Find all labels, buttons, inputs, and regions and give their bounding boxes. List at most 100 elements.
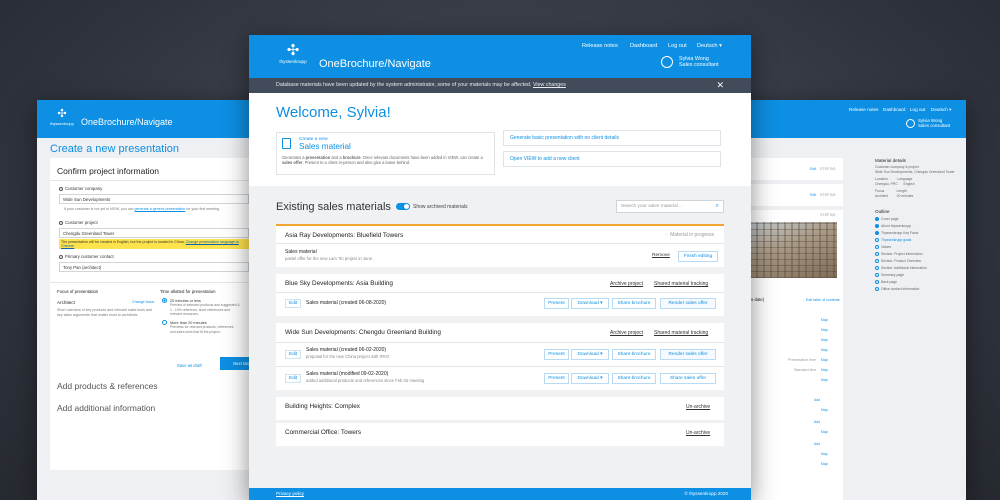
share-sales-offer-button[interactable]: Share sales offer — [660, 373, 716, 384]
tag-14[interactable]: Map — [821, 452, 828, 456]
outline-item[interactable]: Values — [875, 245, 891, 249]
present-button[interactable]: Present — [544, 298, 569, 309]
tag-2[interactable]: Map — [821, 338, 828, 342]
remove-button[interactable]: Remove — [652, 253, 670, 258]
nav-logout[interactable]: Log out — [668, 43, 687, 49]
accordion-additional-information[interactable]: Add additional information — [50, 399, 272, 418]
nav-language[interactable]: Deutsch ▾ — [931, 107, 951, 113]
tag-7[interactable]: Map — [821, 368, 828, 372]
download-button[interactable]: Download ▾ — [571, 349, 609, 360]
edit-button[interactable]: Edit — [285, 374, 302, 383]
tag-0[interactable]: Map — [821, 318, 828, 322]
nav-language[interactable]: Deutsch ▾ — [697, 43, 722, 49]
edit-link[interactable]: Edit — [810, 193, 816, 197]
edit-button[interactable]: Edit — [285, 350, 302, 359]
thyssenkrupp-logo[interactable]: ✣ thyssenkrupp — [277, 43, 309, 65]
generate-basic-presentation-link[interactable]: Generate basic presentation with no clie… — [503, 130, 721, 146]
logo-text: thyssenkrupp — [50, 121, 74, 126]
open-view-link[interactable]: Open VIEW to add a new client — [503, 151, 721, 167]
outline-item[interactable]: About thyssenkrupp — [875, 224, 911, 228]
edit-contents-link[interactable]: Edit table of contents — [806, 298, 840, 302]
time-option-short[interactable]: 20 minutes or less Preview of selected pr… — [162, 298, 240, 317]
tag-12[interactable]: Map — [821, 430, 828, 434]
background-window-material-editor: Release notes Dashboard Log out Deutsch … — [728, 100, 966, 500]
tag-15[interactable]: Map — [821, 462, 828, 466]
focus-value: Architect — [57, 300, 75, 305]
nav-release-notes[interactable]: Release notes — [582, 43, 618, 49]
page-title: Create a new presentation — [50, 143, 180, 155]
circle-icon — [875, 238, 879, 242]
project-card: Wide Sun Developments: Chengdu Greenland… — [276, 323, 724, 390]
create-sales-material-card[interactable]: Create a new Sales material Generates a … — [276, 132, 495, 175]
project-card: Blue Sky Developments: Asia Building Arc… — [276, 274, 724, 316]
nav-release-notes[interactable]: Release notes — [849, 107, 878, 112]
archive-project-link[interactable]: Archive project — [610, 330, 643, 336]
search-input[interactable]: Search your sales material ... ⌕ — [616, 200, 724, 213]
person-icon — [59, 255, 63, 259]
circle-icon — [875, 259, 879, 263]
outline-item[interactable]: Section: Product Overview — [875, 259, 921, 263]
shared-tracking-link[interactable]: Shared material tracking — [654, 330, 708, 336]
outline-item[interactable]: Section: Project information — [875, 252, 922, 256]
shared-tracking-link[interactable]: Shared material tracking — [654, 281, 708, 287]
tag-9[interactable]: Add — [814, 398, 820, 402]
tag-11[interactable]: Add — [814, 420, 820, 424]
outline-item-active[interactable]: Thyssenkrupp goals — [875, 238, 911, 242]
customer-project-field[interactable]: Chengdu Greenland Tower — [59, 228, 249, 238]
present-button[interactable]: Present — [544, 349, 569, 360]
save-draft-button[interactable]: Save as draft — [177, 363, 202, 368]
banner-text: Database materials have been updated by … — [276, 82, 532, 88]
privacy-policy-link[interactable]: Privacy policy — [276, 488, 304, 500]
tag-5[interactable]: Map — [821, 358, 828, 362]
unarchive-link[interactable]: Un-archive — [686, 404, 710, 410]
details-line: Customer company & project — [875, 165, 919, 169]
thyssenkrupp-logo[interactable]: ✣ thyssenkrupp — [49, 108, 75, 126]
outline-item[interactable]: Cover page — [875, 217, 899, 221]
circle-icon — [875, 280, 879, 284]
status-badge: ◌ Material in progress — [665, 232, 714, 238]
project-card: Asia Ray Developments: Bluefield Towers … — [276, 224, 724, 267]
nav-dashboard[interactable]: Dashboard — [883, 107, 905, 112]
app-title: OneBrochure/Navigate — [81, 117, 173, 127]
tag-8[interactable]: Map — [821, 378, 828, 382]
outline-item[interactable]: Office contact information — [875, 287, 919, 291]
share-brochure-button[interactable]: Share brochure — [612, 349, 656, 360]
create-description: Generates a presentation and a brochure.… — [282, 155, 483, 166]
edit-button[interactable]: Edit — [285, 299, 302, 308]
present-button[interactable]: Present — [544, 373, 569, 384]
generic-presentation-link[interactable]: generate a generic presentation — [135, 207, 186, 211]
unarchive-link[interactable]: Un-archive — [686, 430, 710, 436]
existing-materials-title: Existing sales materials — [276, 201, 391, 213]
edit-link[interactable]: Edit — [810, 167, 816, 171]
time-option-long[interactable]: More than 20 minutes Previews for relevan… — [162, 320, 240, 334]
show-archived-toggle[interactable] — [396, 203, 410, 210]
outline-item[interactable]: Section: Additional information — [875, 266, 927, 270]
download-button[interactable]: Download ▾ — [571, 373, 609, 384]
tag-1[interactable]: Map — [821, 328, 828, 332]
download-button[interactable]: Download ▾ — [571, 298, 609, 309]
customer-company-field[interactable]: Wide Sun Developments — [59, 194, 249, 204]
finish-editing-button[interactable]: Finish editing — [678, 251, 718, 262]
details-line: Wide Sun Developments, Chengdu Greenland… — [875, 170, 955, 174]
outline-item[interactable]: Back page — [875, 280, 897, 284]
share-brochure-button[interactable]: Share brochure — [612, 373, 656, 384]
share-brochure-button[interactable]: Share brochure — [612, 298, 656, 309]
change-focus-link[interactable]: Change focus — [132, 300, 154, 304]
step-indicator: STEP 5/5 — [820, 167, 836, 171]
outline-item[interactable]: Thyssenkrupp Key Facts — [875, 231, 918, 235]
outline-item[interactable]: Summary page — [875, 273, 904, 277]
render-sales-offer-button[interactable]: Render sales offer — [660, 298, 716, 309]
nav-dashboard[interactable]: Dashboard — [630, 43, 657, 49]
archive-project-link[interactable]: Archive project — [610, 281, 643, 287]
tag-10[interactable]: Map — [821, 408, 828, 412]
tag-3[interactable]: Map — [821, 348, 828, 352]
project-name: Wide Sun Developments: Chengdu Greenland… — [285, 329, 441, 336]
radio-empty-icon — [162, 320, 167, 325]
close-icon[interactable]: ✕ — [716, 78, 724, 93]
primary-contact-field[interactable]: Tony Pan (architect) — [59, 262, 249, 272]
view-changes-link[interactable]: View changes — [533, 82, 566, 88]
render-sales-offer-button[interactable]: Render sales offer — [660, 349, 716, 360]
tag-13[interactable]: Add — [814, 442, 820, 446]
accordion-products-references[interactable]: Add products & references — [50, 377, 272, 396]
nav-logout[interactable]: Log out — [910, 107, 925, 112]
